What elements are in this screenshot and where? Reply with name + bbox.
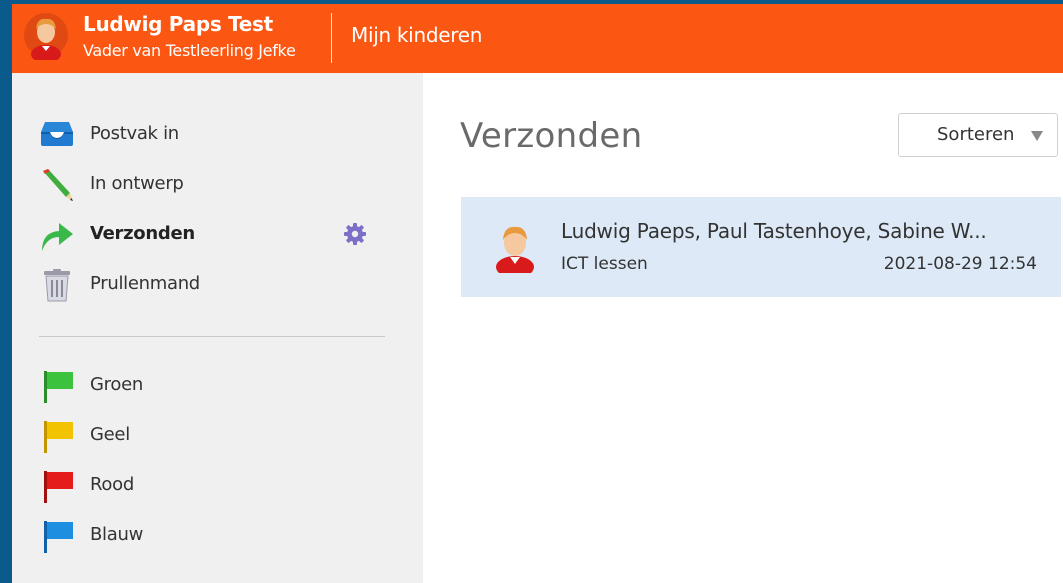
sidebar-item-label: Prullenmand <box>90 273 200 294</box>
sidebar-flag-geel[interactable]: Geel <box>12 413 423 457</box>
gear-icon[interactable] <box>342 221 368 247</box>
sidebar-item-label: Rood <box>90 474 134 495</box>
sidebar-item-label: Groen <box>90 374 143 395</box>
sender-avatar-icon <box>493 221 537 278</box>
user-avatar[interactable] <box>23 10 69 63</box>
page-title: Verzonden <box>460 116 643 156</box>
sort-dropdown[interactable]: Sorteren <box>898 113 1058 157</box>
blue-flag-icon <box>39 519 75 553</box>
message-subject: ICT lessen <box>561 254 648 274</box>
message-pane: Verzonden Sorteren Ludwig Paeps, Paul Ta… <box>423 73 1063 583</box>
pencil-icon <box>39 168 75 202</box>
sidebar-item-label: Blauw <box>90 524 144 545</box>
inbox-icon <box>39 118 75 152</box>
sidebar-item-in-ontwerp[interactable]: In ontwerp <box>12 162 423 206</box>
sidebar-item-prullenmand[interactable]: Prullenmand <box>12 262 423 306</box>
sidebar-item-verzonden[interactable]: Verzonden <box>12 212 423 256</box>
sidebar-divider <box>39 336 385 337</box>
top-bar: Ludwig Paps Test Vader van Testleerling … <box>12 4 1063 73</box>
sidebar-item-label: Postvak in <box>90 123 179 144</box>
sort-label: Sorteren <box>937 124 1015 145</box>
user-role: Vader van Testleerling Jefke <box>83 41 296 60</box>
sidebar-item-postvak-in[interactable]: Postvak in <box>12 112 423 156</box>
sidebar-flag-groen[interactable]: Groen <box>12 363 423 407</box>
sidebar-flag-blauw[interactable]: Blauw <box>12 513 423 557</box>
sidebar-item-label: In ontwerp <box>90 173 184 194</box>
sidebar-item-label: Verzonden <box>90 223 195 244</box>
sidebar-flag-rood[interactable]: Rood <box>12 463 423 507</box>
message-row[interactable]: Ludwig Paeps, Paul Tastenhoye, Sabine W.… <box>461 197 1061 297</box>
sent-arrow-icon <box>39 218 75 252</box>
user-name: Ludwig Paps Test <box>83 12 273 36</box>
yellow-flag-icon <box>39 419 75 453</box>
app-window: Ludwig Paps Test Vader van Testleerling … <box>12 4 1063 583</box>
green-flag-icon <box>39 369 75 403</box>
caret-down-icon <box>1031 131 1043 141</box>
message-recipients: Ludwig Paeps, Paul Tastenhoye, Sabine W.… <box>561 219 987 243</box>
message-date: 2021-08-29 12:54 <box>883 254 1037 274</box>
nav-mijn-kinderen[interactable]: Mijn kinderen <box>351 23 482 47</box>
red-flag-icon <box>39 469 75 503</box>
avatar-icon <box>24 13 68 63</box>
sidebar-item-label: Geel <box>90 424 130 445</box>
header-divider <box>331 13 332 63</box>
trash-icon <box>39 268 75 302</box>
sidebar: Postvak in In ontwerp Verzonden Prullenm… <box>12 73 423 583</box>
